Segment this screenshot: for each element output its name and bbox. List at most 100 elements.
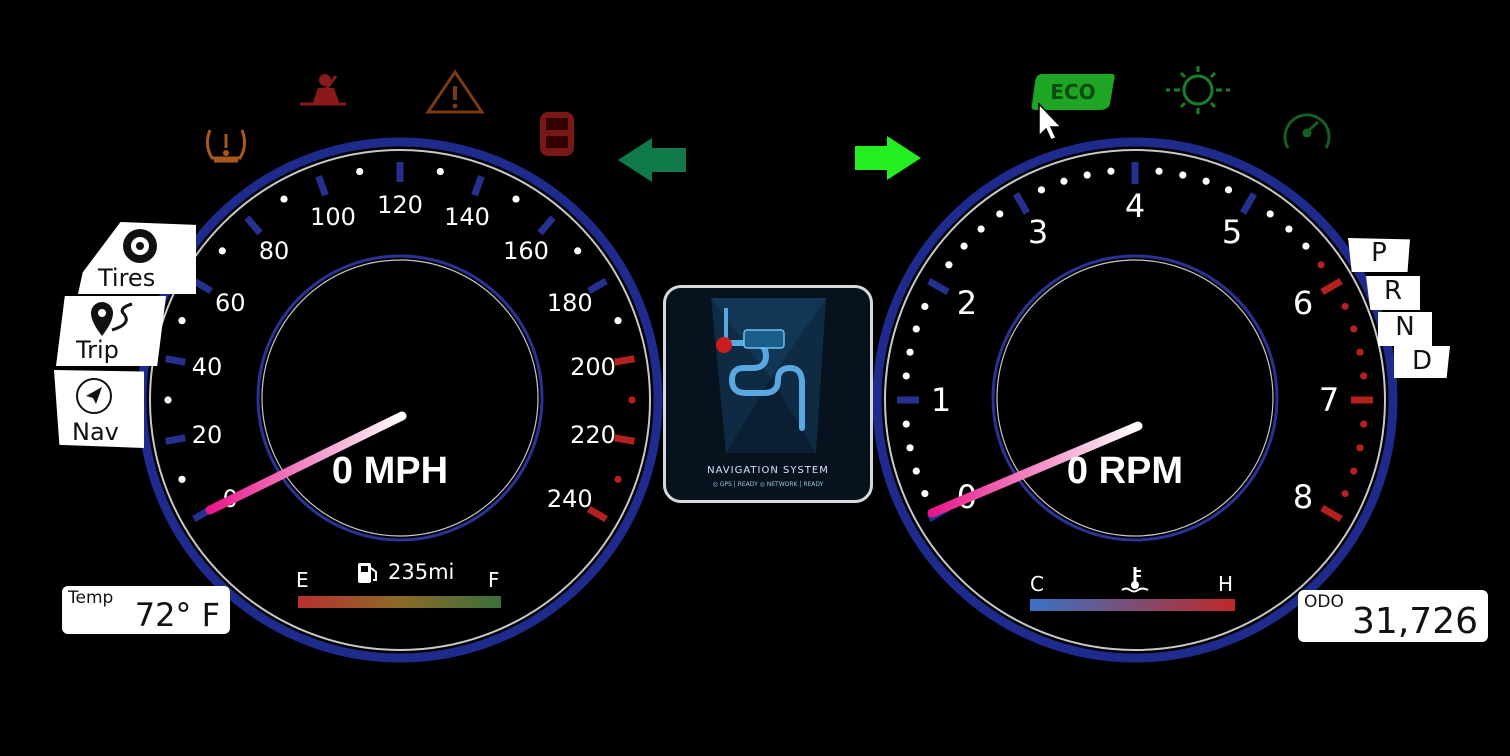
headlight-icon [1166,66,1230,114]
tach-minor-tick [1202,177,1210,185]
tach-tick-label: 2 [957,284,977,322]
speed-minor-tick [512,195,520,203]
tach-minor-tick [921,489,929,498]
tach-minor-tick [1341,302,1349,311]
tach-minor-tick [1302,242,1310,250]
tach-minor-tick [977,225,985,233]
speed-major-tick [614,355,635,366]
tach-minor-tick [1266,210,1274,218]
tach-minor-tick [912,325,920,333]
speed-tick-label: 40 [192,353,223,381]
tire-pressure-warning-icon [205,129,247,163]
tach-minor-tick [1107,167,1115,175]
speed-tick-label: 80 [259,237,290,265]
tach-tick-label: 8 [1293,478,1313,516]
speed-major-tick [165,434,186,445]
speed-tick-label: 160 [503,237,549,265]
gear-n[interactable]: N [1378,312,1432,346]
tach-major-tick [927,277,950,296]
tires-label: Tires [98,264,156,292]
speed-major-tick [244,215,263,236]
nav-label: Nav [72,418,119,446]
fuel-range: 235mi [388,560,455,584]
tach-major-tick [1239,192,1258,215]
speed-tick-label: 100 [310,203,356,231]
tach-tick-label: 4 [1125,187,1145,225]
speed-minor-tick [178,475,186,483]
tach-minor-tick [912,467,920,475]
speed-major-tick [192,277,213,295]
tach-minor-tick [945,261,953,269]
left-turn-signal-icon [618,138,686,182]
tach-minor-tick [1360,420,1368,428]
tach-minor-tick [1341,489,1349,498]
tach-minor-tick [1356,444,1364,452]
gear-r[interactable]: R [1366,276,1420,310]
door-ajar-icon [540,112,574,156]
rpm-readout: 0 RPM [1066,450,1184,492]
fuel-empty-label: E [296,568,309,592]
coolant-temp-icon [1120,565,1150,597]
speed-major-tick [471,175,485,197]
route-pin-icon [91,302,133,336]
tach-minor-tick [1350,467,1358,475]
gear-d[interactable]: D [1394,346,1450,378]
speed-tick-label: 60 [215,289,246,317]
temp-cold-label: C [1030,572,1044,596]
odo-label: ODO [1304,592,1344,612]
speed-tick-label: 220 [570,421,616,449]
hazard-warning-icon [425,69,485,114]
tach-minor-tick [1037,186,1046,194]
tach-minor-tick [1060,177,1068,185]
speed-tick-label: 20 [192,421,223,449]
speed-major-tick [315,175,329,197]
speed-minor-tick [356,167,364,176]
tach-major-tick [1320,277,1343,296]
speed-tick-label: 200 [570,353,616,381]
tach-tick-label: 3 [1028,213,1048,251]
tach-minor-tick [1350,325,1358,333]
tach-tick-label: 7 [1319,381,1339,419]
tach-minor-tick [1356,348,1364,356]
odo-value: 31,726 [1352,601,1478,642]
speed-major-tick [614,434,635,445]
tach-minor-tick [902,372,910,380]
temp-label: Temp [68,588,114,608]
outside-temp-box: Temp 72° F [62,586,230,634]
speed-tick-label: 240 [547,485,593,513]
speed-tick-label: 180 [547,289,593,317]
tach-tick-label: 5 [1222,213,1242,251]
speed-minor-tick [628,396,636,404]
odometer-box: ODO 31,726 [1298,590,1488,642]
tach-minor-tick [960,242,968,250]
tach-minor-tick [921,302,929,311]
speed-readout: 0 MPH [331,450,449,492]
svg-text:ECO: ECO [1050,80,1095,104]
tach-minor-tick [1317,261,1325,269]
tach-minor-tick [1360,372,1368,380]
speed-minor-tick [280,195,288,203]
tach-minor-tick [1083,171,1091,179]
tach-minor-tick [902,420,910,428]
tach-tick-label: 1 [931,381,951,419]
tire-icon [123,229,157,263]
tach-minor-tick [1179,171,1187,179]
nav-card-title: NAVIGATION SYSTEM [707,465,829,476]
right-turn-signal-icon [855,136,921,180]
speed-minor-tick [218,247,226,255]
navigation-system-card[interactable]: NAVIGATION SYSTEM ◎ GPS | READY ◎ NETWOR… [663,285,873,503]
speed-tick-label: 120 [377,191,423,219]
menu-item-nav[interactable]: Nav [54,370,144,448]
menu-item-trip[interactable]: Trip [56,296,166,366]
tach-minor-tick [1224,186,1233,194]
temp-value: 72° F [134,596,220,634]
cruise-control-icon [1283,113,1331,149]
speed-major-tick [165,355,186,366]
trip-label: Trip [76,336,119,364]
gear-p[interactable]: P [1348,238,1410,272]
speed-minor-tick [178,317,186,325]
speed-minor-tick [164,396,172,404]
nav-card-status: ◎ GPS | READY ◎ NETWORK | READY [712,481,824,488]
speed-minor-tick [436,167,444,176]
temp-hot-label: H [1218,572,1234,596]
